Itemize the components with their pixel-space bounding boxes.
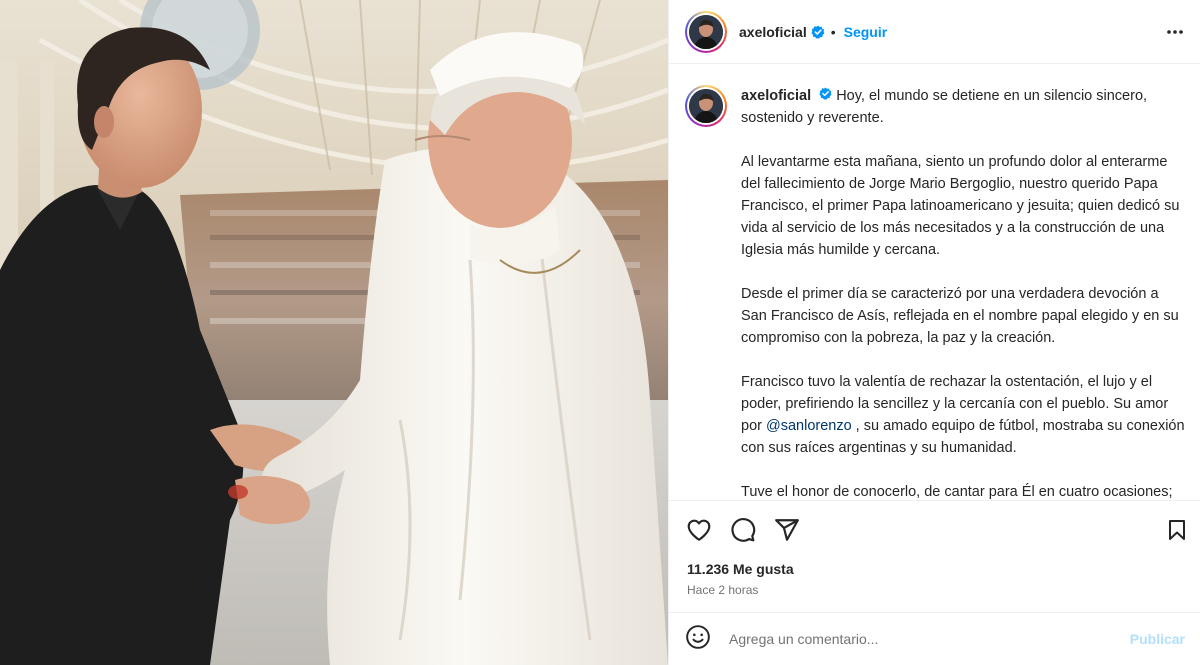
emoji-icon[interactable] <box>685 624 711 655</box>
action-bar <box>669 500 1200 560</box>
post-photo[interactable] <box>0 0 668 665</box>
share-icon[interactable] <box>774 517 800 548</box>
avatar[interactable] <box>685 10 727 53</box>
caption-row: axeloficial Hoy, el mundo se detiene en … <box>685 85 1187 500</box>
caption-avatar[interactable] <box>685 85 727 127</box>
caption-paragraph-2: Al levantarme esta mañana, siento un pro… <box>741 154 1180 258</box>
publish-button[interactable]: Publicar <box>1130 631 1185 647</box>
post-header: axeloficial • Seguir <box>669 0 1200 64</box>
caption-area[interactable]: axeloficial Hoy, el mundo se detiene en … <box>669 65 1200 500</box>
comment-icon[interactable] <box>730 517 756 548</box>
post-panel: axeloficial • Seguir axeloficial Hoy, el… <box>668 0 1200 665</box>
caption-paragraph: axeloficial Hoy, el mundo se detiene en … <box>741 85 1187 129</box>
caption-avatar-image <box>689 89 723 123</box>
avatar-image <box>689 14 723 49</box>
heart-icon[interactable] <box>686 517 712 548</box>
caption-text: axeloficial Hoy, el mundo se detiene en … <box>741 85 1187 500</box>
more-horizontal-icon[interactable] <box>1165 22 1185 47</box>
follow-button[interactable]: Seguir <box>844 24 888 40</box>
header-username[interactable]: axeloficial <box>739 24 807 40</box>
caption-paragraph-4: Francisco tuvo la valentía de rechazar l… <box>741 371 1187 459</box>
comment-input[interactable] <box>729 631 1109 647</box>
verified-badge-icon <box>811 25 825 39</box>
separator-dot: • <box>830 23 836 40</box>
bookmark-icon[interactable] <box>1165 517 1189 548</box>
post-timestamp[interactable]: Hace 2 horas <box>687 583 758 597</box>
caption-username[interactable]: axeloficial <box>741 88 811 104</box>
caption-paragraph-5: Tuve el honor de conocerlo, de cantar pa… <box>741 484 1173 500</box>
caption-paragraph-3: Desde el primer día se caracterizó por u… <box>741 286 1179 346</box>
post-image <box>0 0 668 665</box>
likes-count[interactable]: 11.236 Me gusta <box>687 561 794 577</box>
verified-badge-icon <box>819 87 832 100</box>
mention-link[interactable]: @sanlorenzo <box>766 418 852 434</box>
comment-bar: Publicar <box>669 612 1200 665</box>
